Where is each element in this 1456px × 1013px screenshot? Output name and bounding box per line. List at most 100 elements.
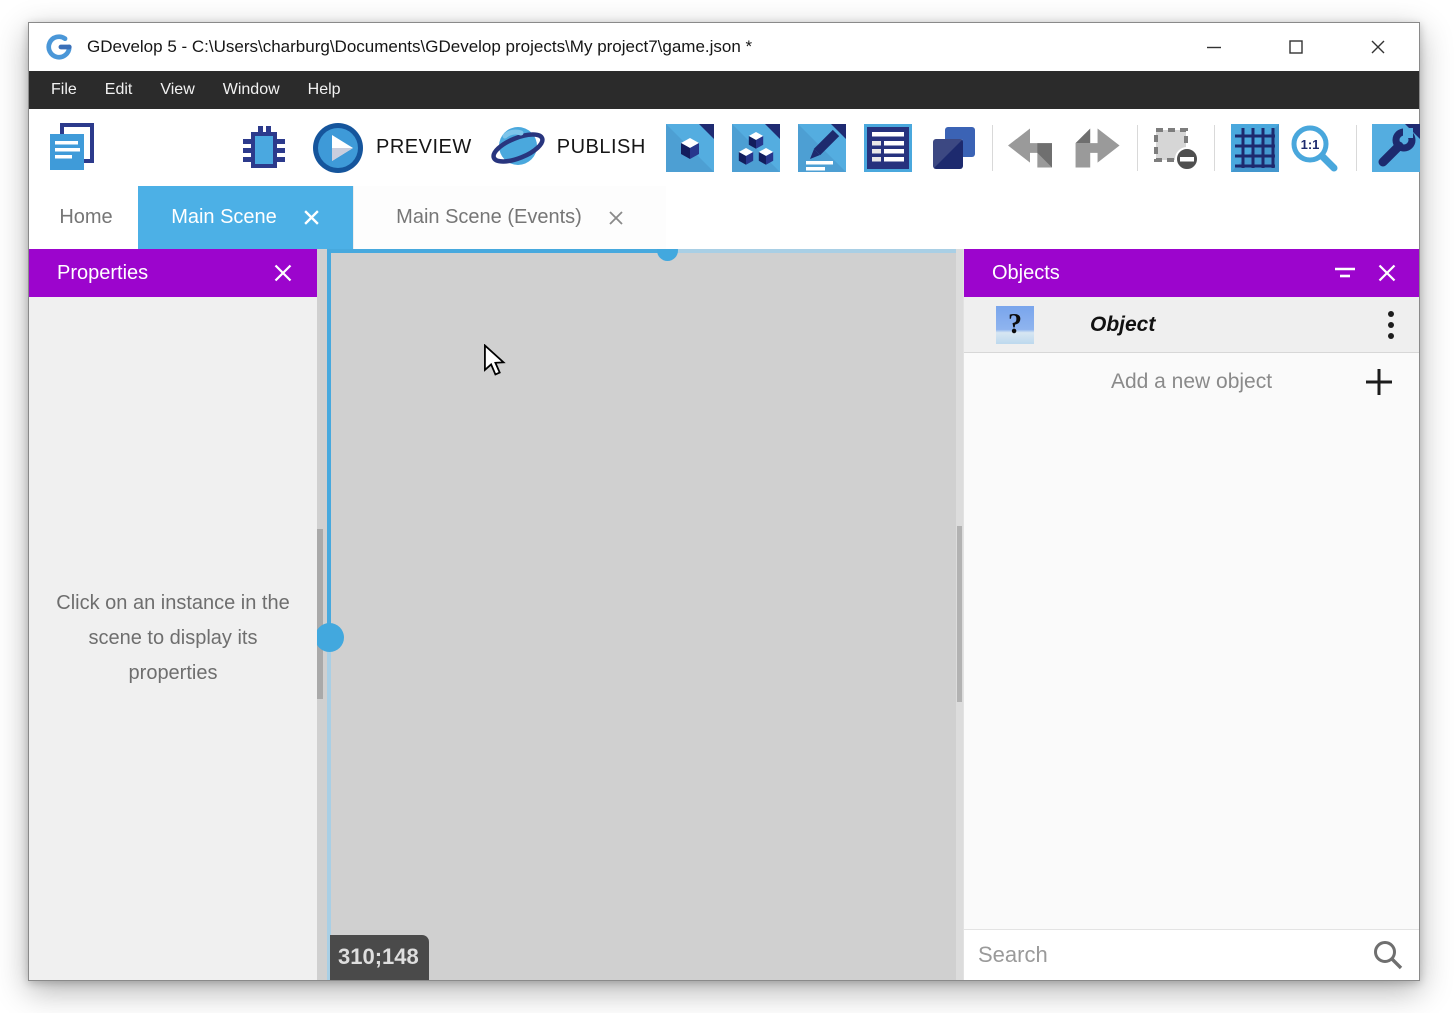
add-object-row[interactable]: Add a new object bbox=[964, 353, 1419, 411]
edit-scene-properties-button[interactable] bbox=[798, 124, 846, 172]
minimize-icon bbox=[1206, 39, 1222, 55]
gdevelop-window: GDevelop 5 - C:\Users\charburg\Documents… bbox=[28, 22, 1420, 981]
menu-view[interactable]: View bbox=[146, 71, 208, 109]
scene-canvas[interactable]: 310;148 bbox=[317, 249, 963, 980]
tab-close-button[interactable] bbox=[608, 210, 624, 226]
zoom-1-1-icon: 1:1 bbox=[1289, 123, 1339, 173]
canvas-right-scrollbar-thumb[interactable] bbox=[957, 526, 962, 702]
publish-button[interactable]: PUBLISH bbox=[491, 122, 646, 174]
tab-label: Home bbox=[59, 206, 112, 229]
redo-button[interactable] bbox=[1075, 126, 1125, 170]
menu-window[interactable]: Window bbox=[209, 71, 294, 109]
menu-help[interactable]: Help bbox=[294, 71, 355, 109]
deselect-icon bbox=[1151, 123, 1201, 173]
undo-button[interactable] bbox=[1005, 126, 1055, 170]
properties-close-button[interactable] bbox=[273, 263, 293, 283]
properties-body: Click on an instance in the scene to dis… bbox=[29, 297, 317, 980]
mouse-cursor bbox=[483, 344, 509, 378]
title-bar[interactable]: GDevelop 5 - C:\Users\charburg\Documents… bbox=[29, 23, 1419, 71]
debugger-button[interactable] bbox=[239, 122, 289, 174]
preview-button[interactable]: PREVIEW bbox=[312, 122, 472, 174]
scene-tools-button[interactable] bbox=[1372, 124, 1420, 172]
close-icon bbox=[1377, 263, 1397, 283]
close-icon bbox=[608, 210, 624, 226]
kebab-menu-icon bbox=[1387, 309, 1395, 341]
menu-file[interactable]: File bbox=[37, 71, 91, 109]
game-viewport-left-border bbox=[327, 249, 331, 637]
tab-main-scene[interactable]: Main Scene bbox=[138, 186, 353, 249]
search-icon bbox=[1371, 938, 1405, 972]
main-content: Properties Click on an instance in the s… bbox=[29, 249, 1419, 980]
properties-empty-message: Click on an instance in the scene to dis… bbox=[29, 586, 317, 691]
gdevelop-logo-icon bbox=[45, 33, 73, 61]
pencil-icon bbox=[798, 124, 846, 172]
publish-globe-icon bbox=[491, 122, 545, 174]
close-icon bbox=[1370, 39, 1386, 55]
events-sheet-icon bbox=[864, 124, 912, 172]
objects-search-bar bbox=[964, 929, 1419, 980]
open-events-button[interactable] bbox=[864, 124, 912, 172]
search-button[interactable] bbox=[1371, 938, 1405, 972]
toolbar-separator bbox=[992, 125, 993, 171]
canvas-left-scrollbar-thumb[interactable] bbox=[317, 529, 323, 699]
tab-home[interactable]: Home bbox=[34, 186, 138, 249]
close-button[interactable] bbox=[1337, 23, 1419, 71]
edit-object-button[interactable] bbox=[666, 124, 714, 172]
viewport-resize-handle-top[interactable] bbox=[657, 249, 678, 261]
objects-panel: Objects ? Object bbox=[963, 249, 1419, 980]
redo-icon bbox=[1075, 126, 1125, 170]
debugger-icon bbox=[239, 122, 289, 174]
add-object-label: Add a new object bbox=[964, 370, 1419, 394]
game-viewport-top-border bbox=[327, 249, 667, 253]
play-icon bbox=[312, 122, 364, 174]
toolbar-separator bbox=[1137, 125, 1138, 171]
objects-filter-button[interactable] bbox=[1333, 264, 1357, 282]
maximize-button[interactable] bbox=[1255, 23, 1337, 71]
desktop: GDevelop 5 - C:\Users\charburg\Documents… bbox=[0, 0, 1456, 1013]
object-name: Object bbox=[1090, 313, 1155, 337]
menu-edit[interactable]: Edit bbox=[91, 71, 147, 109]
filter-icon bbox=[1333, 264, 1357, 282]
deselect-all-button[interactable] bbox=[1151, 123, 1201, 173]
cursor-coordinates-badge: 310;148 bbox=[330, 935, 429, 980]
object-context-menu-button[interactable] bbox=[1387, 309, 1395, 341]
object-unknown-thumbnail-icon: ? bbox=[996, 306, 1034, 344]
wrench-icon bbox=[1372, 124, 1420, 172]
undo-icon bbox=[1005, 126, 1055, 170]
objects-title: Objects bbox=[992, 262, 1060, 285]
properties-header: Properties bbox=[29, 249, 317, 297]
objects-list-empty-area bbox=[964, 411, 1419, 929]
tab-label: Main Scene (Events) bbox=[396, 206, 582, 229]
object-cube-icon bbox=[666, 124, 714, 172]
tab-close-button[interactable] bbox=[303, 209, 320, 226]
search-input[interactable] bbox=[978, 942, 1371, 968]
add-object-button[interactable] bbox=[1363, 366, 1395, 398]
objects-close-button[interactable] bbox=[1377, 263, 1397, 283]
toolbar-separator bbox=[1356, 125, 1357, 171]
tab-main-scene-events[interactable]: Main Scene (Events) bbox=[353, 186, 666, 249]
maximize-icon bbox=[1288, 39, 1304, 55]
object-list-item[interactable]: ? Object bbox=[964, 297, 1419, 353]
toolbar-separator bbox=[1214, 125, 1215, 171]
window-title: GDevelop 5 - C:\Users\charburg\Documents… bbox=[87, 37, 752, 57]
edit-object-groups-button[interactable] bbox=[732, 124, 780, 172]
open-layers-button[interactable] bbox=[930, 124, 978, 172]
close-icon bbox=[273, 263, 293, 283]
window-controls bbox=[1173, 23, 1419, 71]
minimize-button[interactable] bbox=[1173, 23, 1255, 71]
project-manager-button[interactable] bbox=[45, 122, 97, 174]
grid-icon bbox=[1231, 124, 1279, 172]
zoom-reset-label: 1:1 bbox=[1300, 137, 1319, 152]
objects-header: Objects bbox=[964, 249, 1419, 297]
properties-title: Properties bbox=[57, 262, 148, 285]
layers-icon bbox=[930, 124, 978, 172]
viewport-resize-handle-left[interactable] bbox=[317, 623, 344, 652]
zoom-reset-button[interactable]: 1:1 bbox=[1289, 123, 1339, 173]
preview-label: PREVIEW bbox=[376, 136, 472, 159]
menu-bar: File Edit View Window Help bbox=[29, 71, 1419, 109]
plus-icon bbox=[1363, 366, 1395, 398]
toggle-grid-button[interactable] bbox=[1231, 124, 1279, 172]
tab-label: Main Scene bbox=[171, 206, 277, 229]
game-viewport-left-border-extension bbox=[327, 637, 331, 980]
publish-label: PUBLISH bbox=[557, 136, 646, 159]
